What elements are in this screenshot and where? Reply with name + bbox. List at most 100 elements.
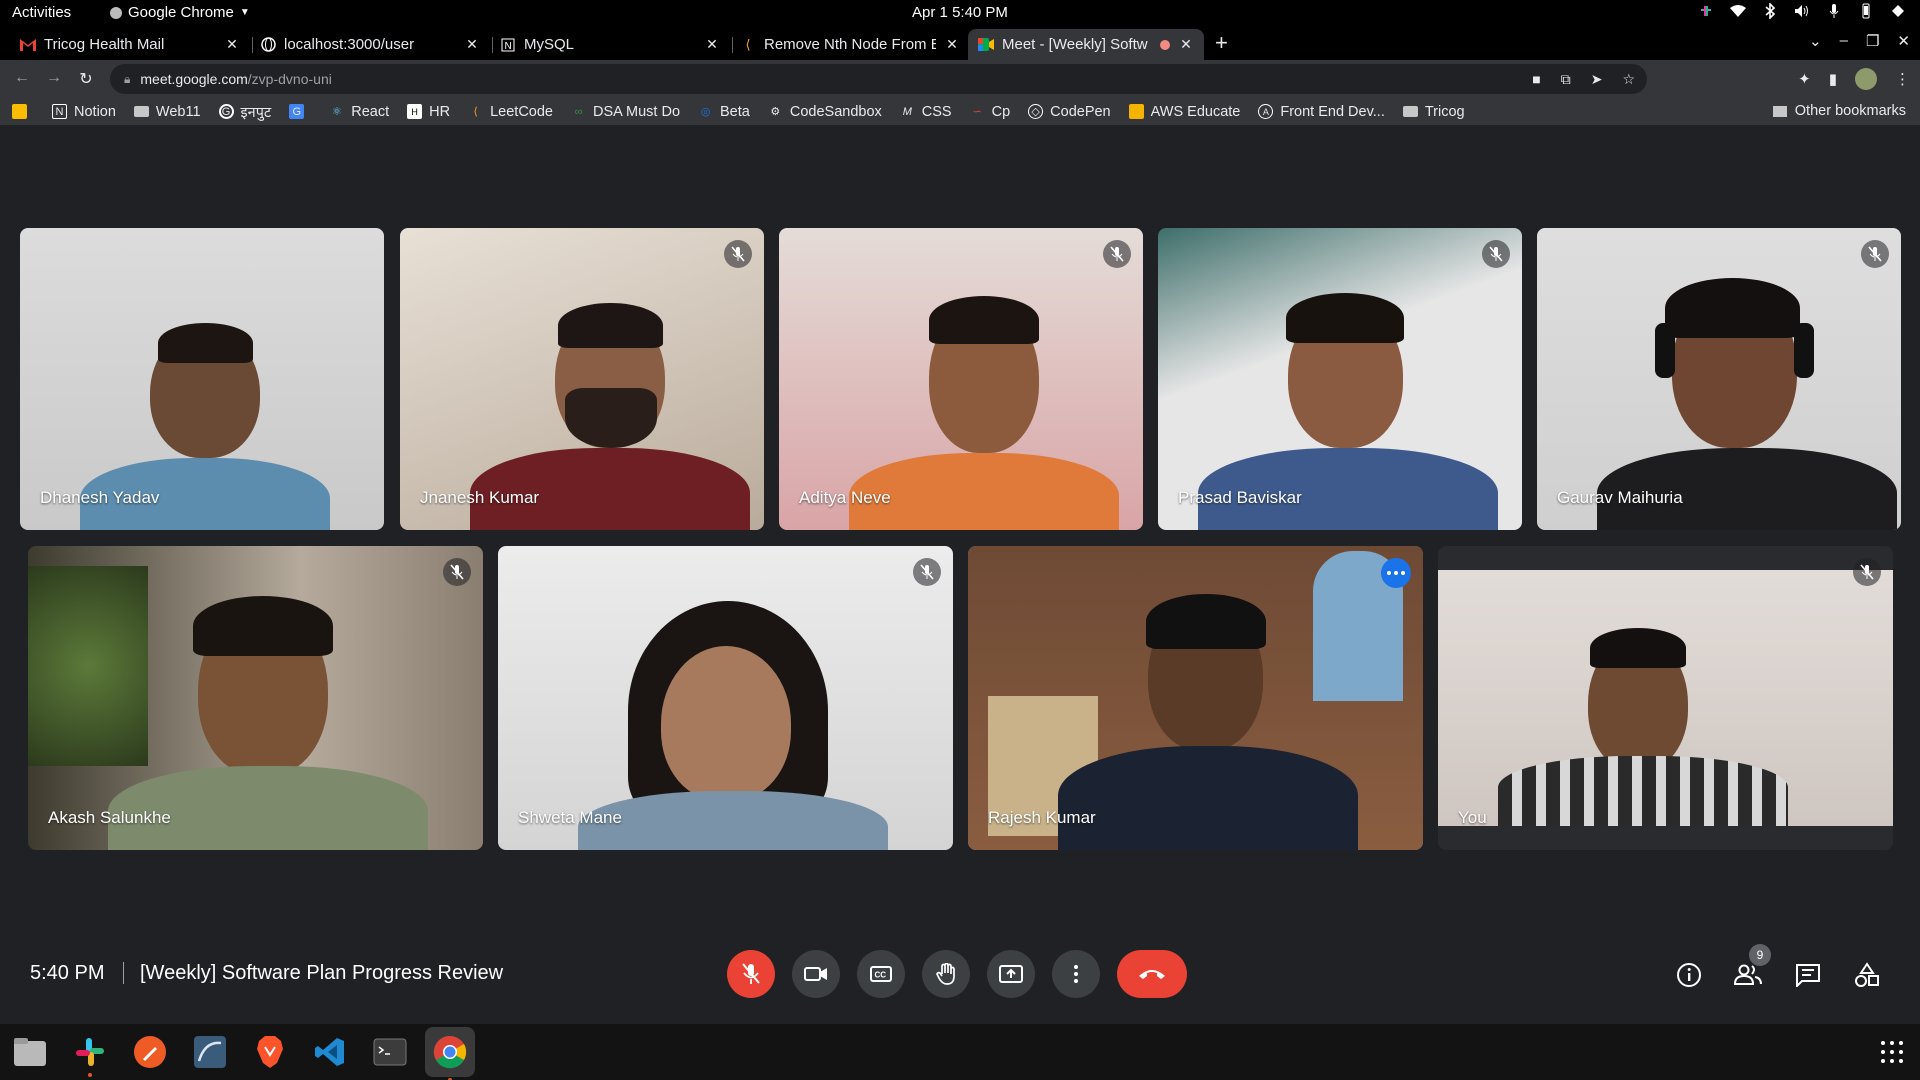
chrome-app-icon[interactable] xyxy=(425,1027,475,1080)
more-options-button[interactable] xyxy=(1052,950,1100,998)
new-tab-button[interactable]: + xyxy=(1215,30,1228,56)
url-path: /zvp-dvno-uni xyxy=(247,71,332,87)
close-icon[interactable]: ✕ xyxy=(464,36,480,53)
bookmark-css[interactable]: M CSS xyxy=(900,104,952,120)
slack-tray-icon[interactable] xyxy=(1698,3,1714,19)
phone-connect-icon[interactable] xyxy=(1858,3,1874,19)
close-icon[interactable]: ✕ xyxy=(1178,36,1194,53)
captions-button[interactable]: CC xyxy=(857,950,905,998)
participant-tile[interactable]: Aditya Neve xyxy=(779,228,1143,530)
open-in-new-window-icon[interactable]: ⧉ xyxy=(1561,71,1571,88)
tab-localhost[interactable]: localhost:3000/user ✕ xyxy=(250,29,490,60)
bookmark-input-tools[interactable]: G इनपुट xyxy=(218,102,271,122)
people-button[interactable]: 9 xyxy=(1733,944,1771,990)
bookmark-web11[interactable]: Web11 xyxy=(133,104,201,120)
tab-title: localhost:3000/user xyxy=(284,36,415,53)
participant-tile[interactable]: Akash Salunkhe xyxy=(28,546,483,850)
bluetooth-icon[interactable] xyxy=(1762,3,1778,19)
participant-tile[interactable]: Jnanesh Kumar xyxy=(400,228,764,530)
hackerrank-icon: H xyxy=(407,104,423,119)
meeting-time: 5:40 PM xyxy=(30,962,105,984)
bookmark-aws[interactable]: AWS Educate xyxy=(1128,104,1240,120)
bookmark-frontend[interactable]: A Front End Dev... xyxy=(1258,104,1385,120)
activities-button[interactable]: Activities xyxy=(12,4,71,21)
tab-search-icon[interactable]: ⌄ xyxy=(1809,32,1822,50)
back-icon[interactable]: ← xyxy=(12,69,32,89)
participant-tile[interactable]: Gaurav Maihuria xyxy=(1537,228,1901,530)
bookmark-dsa[interactable]: ∞ DSA Must Do xyxy=(571,104,680,120)
address-bar[interactable]: 🔒︎ meet.google.com/zvp-dvno-uni ■ ⧉ ➤ ☆ xyxy=(110,64,1647,94)
participant-tile-active-speaker[interactable]: Rajesh Kumar xyxy=(968,546,1423,850)
present-screen-button[interactable] xyxy=(987,950,1035,998)
bookmark-label: Notion xyxy=(74,103,116,120)
toggle-microphone-button[interactable] xyxy=(727,950,775,998)
close-icon[interactable]: ✕ xyxy=(944,36,960,53)
close-icon[interactable]: ✕ xyxy=(224,36,240,53)
extensions-icon[interactable]: ✦ xyxy=(1798,70,1811,88)
chrome-menu-icon[interactable]: ⋮ xyxy=(1895,70,1910,88)
more-options-button[interactable] xyxy=(1381,558,1411,588)
activities-panel-button[interactable] xyxy=(1852,960,1882,990)
bookmark-cp[interactable]: ∽ Cp xyxy=(970,104,1011,120)
lock-icon[interactable]: 🔒︎ xyxy=(124,72,130,87)
bookmark-translate[interactable]: G xyxy=(289,104,311,119)
raise-hand-button[interactable] xyxy=(922,950,970,998)
tab-title: Remove Nth Node From E xyxy=(764,36,936,53)
window-close-icon[interactable]: ✕ xyxy=(1897,32,1910,50)
terminal-app-icon[interactable] xyxy=(370,1032,410,1072)
tab-tricog-mail[interactable]: Tricog Health Mail ✕ xyxy=(10,29,250,60)
tab-title: MySQL xyxy=(524,36,575,53)
power-menu-icon[interactable] xyxy=(1890,3,1906,19)
meeting-details-button[interactable] xyxy=(1674,960,1704,990)
system-tray[interactable] xyxy=(1698,3,1906,19)
participant-name: Aditya Neve xyxy=(799,488,891,507)
tab-leetcode[interactable]: ⟨ Remove Nth Node From E ✕ xyxy=(730,29,970,60)
toggle-camera-button[interactable] xyxy=(792,950,840,998)
participant-tile[interactable]: Prasad Baviskar xyxy=(1158,228,1522,530)
bookmark-react[interactable]: ⚛ React xyxy=(329,104,389,120)
mysql-workbench-app-icon[interactable] xyxy=(190,1032,230,1072)
bookmark-star-icon[interactable]: ☆ xyxy=(1622,71,1635,88)
wifi-icon[interactable] xyxy=(1730,3,1746,19)
chat-icon xyxy=(1796,964,1820,987)
restore-icon[interactable]: ❐ xyxy=(1866,32,1879,50)
participant-tile-self[interactable]: You xyxy=(1438,546,1893,850)
app-menu[interactable]: Google Chrome ▼ xyxy=(110,4,250,21)
slack-app-icon[interactable] xyxy=(70,1032,110,1077)
profile-avatar[interactable] xyxy=(1855,68,1877,90)
bookmark-tricog[interactable]: Tricog xyxy=(1402,104,1465,120)
brave-app-icon[interactable] xyxy=(250,1032,290,1072)
tab-mysql[interactable]: N MySQL ✕ xyxy=(490,29,730,60)
bookmark-hr[interactable]: H HR xyxy=(407,104,450,120)
postman-app-icon[interactable] xyxy=(130,1032,170,1072)
leave-call-button[interactable] xyxy=(1117,950,1187,998)
gfg-icon: ∞ xyxy=(574,105,583,118)
bookmark-leetcode[interactable]: ⟨ LeetCode xyxy=(468,104,553,120)
chat-button[interactable] xyxy=(1793,960,1823,990)
camera-in-use-icon[interactable]: ■ xyxy=(1532,71,1540,88)
bookmark-keep[interactable] xyxy=(12,104,34,119)
other-bookmarks[interactable]: Other bookmarks xyxy=(1772,103,1906,119)
system-clock[interactable]: Apr 1 5:40 PM xyxy=(912,4,1008,21)
side-panel-icon[interactable]: ▮ xyxy=(1829,70,1837,88)
volume-icon[interactable] xyxy=(1794,3,1810,19)
reload-icon[interactable]: ↻ xyxy=(76,69,96,89)
google-icon: G xyxy=(218,104,234,119)
send-icon[interactable]: ➤ xyxy=(1591,71,1603,88)
tab-meet[interactable]: Meet - [Weekly] Softw ✕ xyxy=(968,29,1204,60)
tab-title: Meet - [Weekly] Softw xyxy=(1002,36,1148,53)
show-applications-icon[interactable] xyxy=(1880,1040,1904,1064)
participant-tile[interactable]: Shweta Mane xyxy=(498,546,953,850)
close-icon[interactable]: ✕ xyxy=(704,36,720,53)
participant-tile[interactable]: Dhanesh Yadav xyxy=(20,228,384,530)
bookmark-beta[interactable]: ◎ Beta xyxy=(698,104,750,120)
microphone-icon[interactable] xyxy=(1826,3,1842,19)
bookmark-codesandbox[interactable]: ⚙ CodeSandbox xyxy=(768,104,881,120)
bookmark-notion[interactable]: N Notion xyxy=(52,104,116,120)
minimize-icon[interactable]: – xyxy=(1840,32,1848,50)
muted-mic-icon xyxy=(1482,240,1510,268)
vscode-app-icon[interactable] xyxy=(310,1032,350,1072)
files-app-icon[interactable] xyxy=(10,1032,50,1072)
bookmark-codepen[interactable]: ◇ CodePen xyxy=(1028,104,1111,120)
forward-icon[interactable]: → xyxy=(44,69,64,89)
